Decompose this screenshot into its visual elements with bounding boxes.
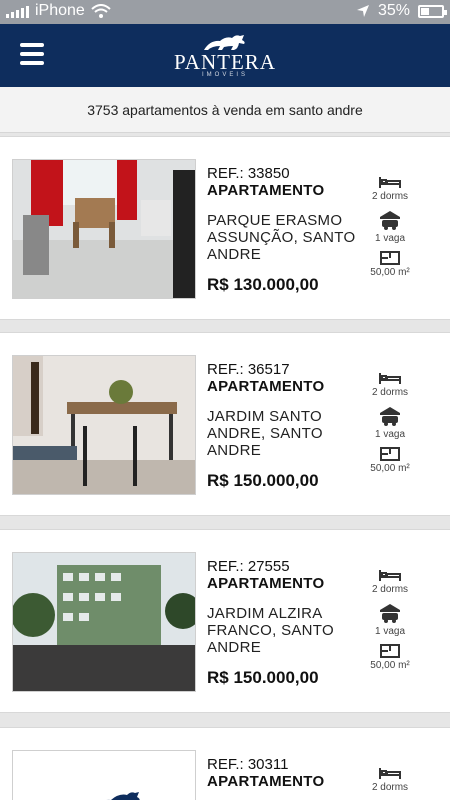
listing-card[interactable]: REF.: 36517 APARTAMENTO JARDIM SANTO AND… (0, 332, 450, 516)
listing-address: PARQUE ERASMO ASSUNÇÃO, SANTO ANDRE (207, 212, 356, 263)
panther-logo-icon (204, 35, 245, 50)
status-bar: iPhone 35% (0, 0, 450, 24)
parking-feature: 1 vaga (362, 209, 418, 244)
brand-subtitle: IMÓVEIS (201, 72, 248, 78)
carrier-label: iPhone (35, 2, 85, 19)
listing-ref: REF.: 30311 (207, 756, 289, 773)
location-arrow-icon (356, 5, 369, 17)
listing-photo[interactable] (12, 159, 196, 299)
car-icon (380, 407, 400, 426)
listing-price: R$ 150.000,00 (207, 668, 319, 687)
bed-icon (379, 373, 401, 384)
listing-card[interactable]: REF.: 33850 APARTAMENTO PARQUE ERASMO AS… (0, 136, 450, 320)
listing-ref: REF.: 36517 (207, 361, 290, 378)
listing-address: JARDIM ALZIRA FRANCO, SANTO ANDRE (207, 605, 334, 656)
area-feature: 50,00 m² (362, 644, 418, 671)
wifi-icon (91, 4, 111, 18)
listing-type: APARTAMENTO (207, 378, 325, 395)
bed-icon (379, 768, 401, 779)
app-header: PANTERA IMÓVEIS (0, 24, 450, 87)
results-count: 3753 apartamentos à venda em santo andre (0, 87, 450, 133)
listing-ref: REF.: 27555 (207, 558, 290, 575)
area-feature: 50,00 m² (362, 251, 418, 278)
listing-type: APARTAMENTO (207, 182, 325, 199)
listing-address: JARDIM SANTO ANDRE, SANTO ANDRE (207, 408, 323, 459)
bed-icon (379, 570, 401, 581)
battery-icon (418, 4, 447, 18)
brand-name: PANTERA (174, 50, 276, 74)
bed-icon (379, 177, 401, 188)
area-icon (380, 447, 400, 461)
listing-photo[interactable] (12, 355, 196, 495)
area-icon (380, 251, 400, 265)
car-icon (380, 604, 400, 623)
area-feature: 50,00 m² (362, 447, 418, 474)
area-icon (380, 644, 400, 658)
parking-feature: 1 vaga (362, 405, 418, 440)
listing-photo[interactable] (12, 750, 196, 800)
parking-feature: 1 vaga (362, 602, 418, 637)
dorms-feature: 2 dorms (362, 568, 418, 595)
dorms-feature: 2 dorms (362, 371, 418, 398)
listing-card[interactable]: REF.: 30311 APARTAMENTO 2 dorms (0, 727, 450, 800)
signal-icon (6, 4, 29, 18)
listing-price: R$ 130.000,00 (207, 275, 319, 294)
listing-card[interactable]: REF.: 27555 APARTAMENTO JARDIM ALZIRA FR… (0, 529, 450, 713)
listing-price: R$ 150.000,00 (207, 471, 319, 490)
battery-percent: 35% (377, 2, 410, 19)
listing-photo[interactable] (12, 552, 196, 692)
logo[interactable]: PANTERA IMÓVEIS (0, 32, 450, 78)
listing-type: APARTAMENTO (207, 773, 325, 790)
listing-ref: REF.: 33850 (207, 165, 290, 182)
car-icon (380, 211, 400, 230)
listing-type: APARTAMENTO (207, 575, 325, 592)
dorms-feature: 2 dorms (362, 175, 418, 202)
dorms-feature: 2 dorms (362, 766, 418, 793)
